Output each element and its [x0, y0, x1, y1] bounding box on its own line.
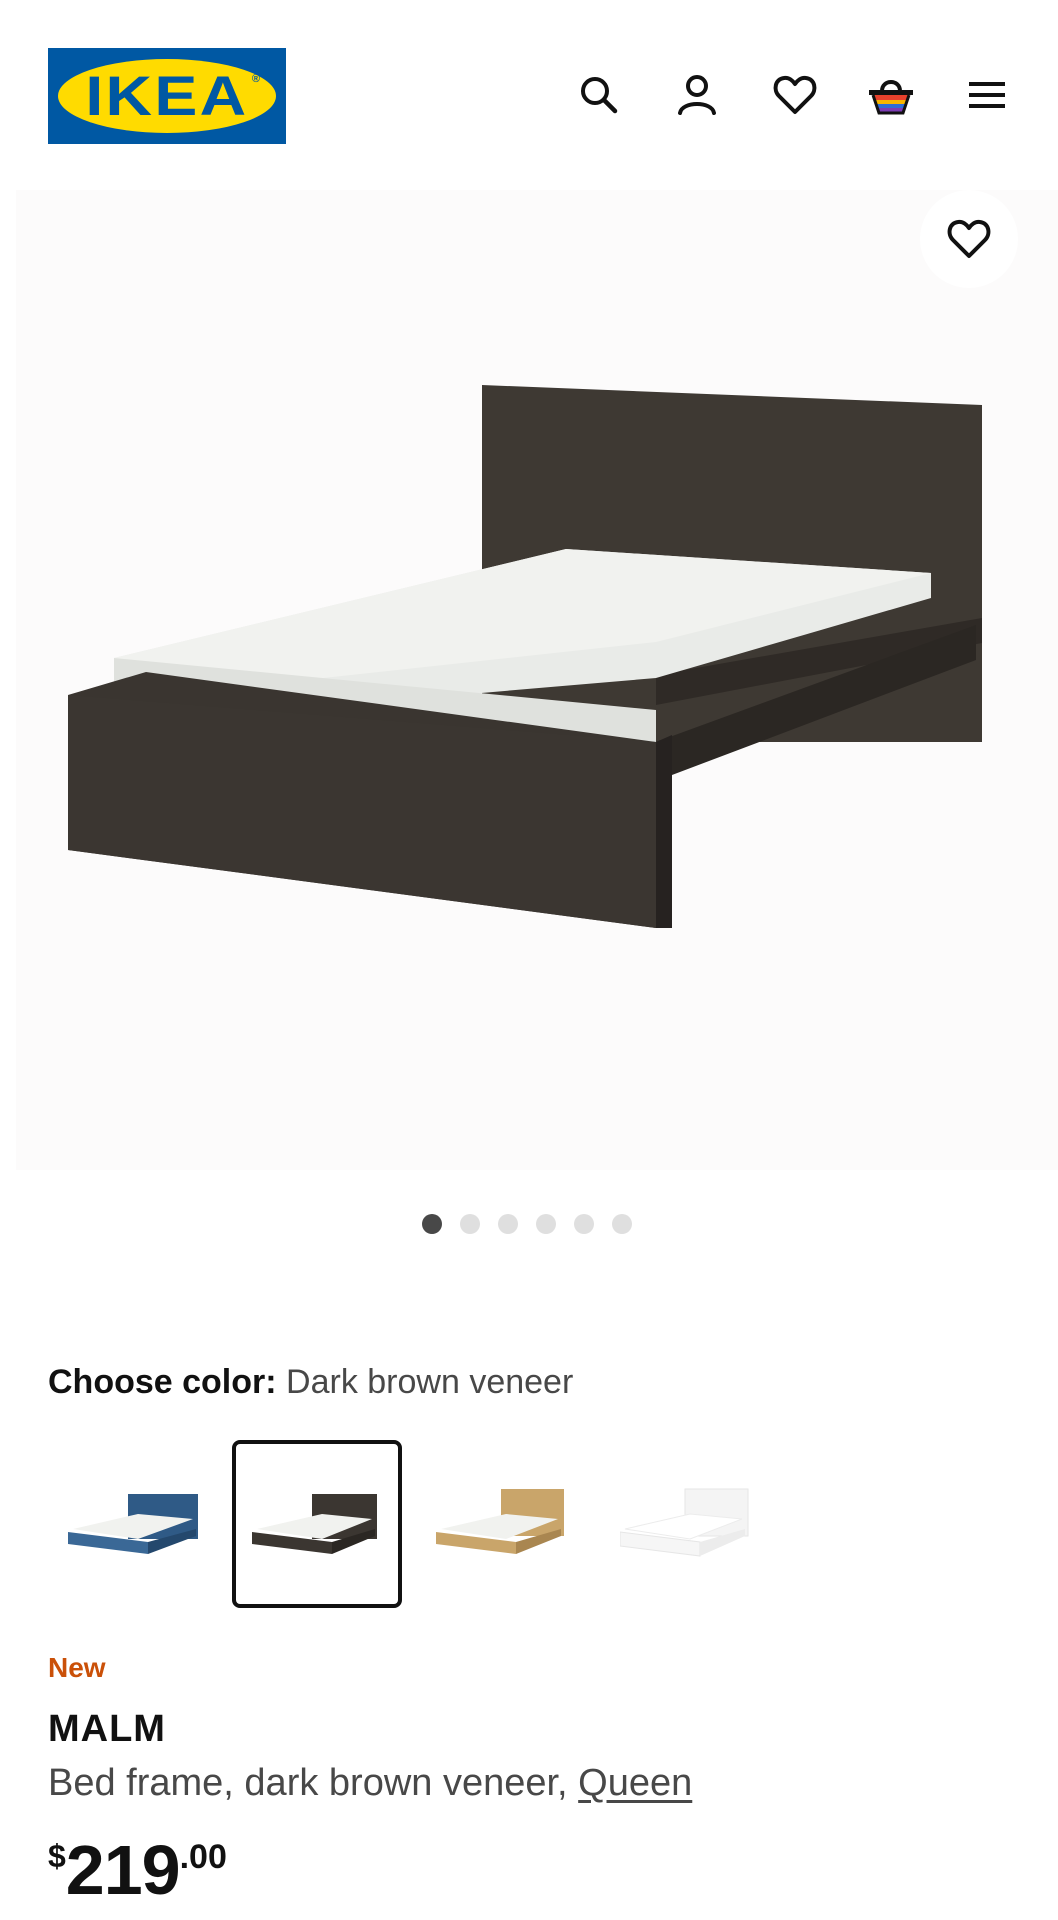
product-price: $ 219 .00: [48, 1830, 227, 1910]
header: IKEA ®: [0, 0, 1058, 190]
choose-color-label: Choose color:: [48, 1363, 277, 1401]
carousel-dot[interactable]: [612, 1214, 632, 1234]
product-description: Bed frame, dark brown veneer, Queen: [48, 1762, 692, 1805]
color-swatch-blue[interactable]: [48, 1440, 218, 1608]
cart-icon[interactable]: [866, 70, 916, 120]
size-link[interactable]: Queen: [578, 1762, 692, 1804]
search-icon[interactable]: [574, 70, 624, 120]
color-swatch-white[interactable]: [600, 1440, 770, 1608]
bed-product-image: [68, 385, 982, 928]
price-integer: 219: [65, 1831, 181, 1909]
bed-thumbnail-blue: [68, 1494, 198, 1554]
color-swatches: [48, 1440, 770, 1608]
selected-color-value: Dark brown veneer: [286, 1363, 574, 1401]
add-to-favourites-button[interactable]: [920, 190, 1018, 288]
color-swatch-oak[interactable]: [416, 1440, 586, 1608]
product-image-gallery[interactable]: [16, 190, 1058, 1170]
logo-oval: IKEA ®: [58, 59, 276, 133]
heart-icon: [947, 219, 991, 258]
ikea-logo[interactable]: IKEA ®: [48, 48, 286, 144]
product-name: MALM: [48, 1708, 166, 1750]
carousel-dot[interactable]: [536, 1214, 556, 1234]
image-carousel-dots: [422, 1214, 632, 1234]
heart-icon[interactable]: [770, 70, 820, 120]
price-currency: $: [48, 1838, 66, 1874]
carousel-dot[interactable]: [422, 1214, 442, 1234]
bed-thumbnail-oak: [436, 1489, 564, 1554]
carousel-dot[interactable]: [498, 1214, 518, 1234]
product-description-text: Bed frame, dark brown veneer,: [48, 1762, 579, 1804]
bed-thumbnail-dark-brown: [252, 1494, 377, 1554]
price-decimal: .00: [179, 1838, 227, 1876]
account-icon[interactable]: [672, 70, 722, 120]
bed-thumbnail-white: [620, 1488, 749, 1557]
carousel-dot[interactable]: [574, 1214, 594, 1234]
logo-text: IKEA: [85, 64, 249, 127]
new-badge: New: [48, 1652, 106, 1683]
menu-icon[interactable]: [962, 70, 1012, 120]
carousel-dot[interactable]: [460, 1214, 480, 1234]
logo-registered-mark: ®: [251, 73, 260, 85]
color-swatch-dark-brown[interactable]: [232, 1440, 402, 1608]
color-chooser-heading: Choose color: Dark brown veneer: [48, 1360, 573, 1404]
